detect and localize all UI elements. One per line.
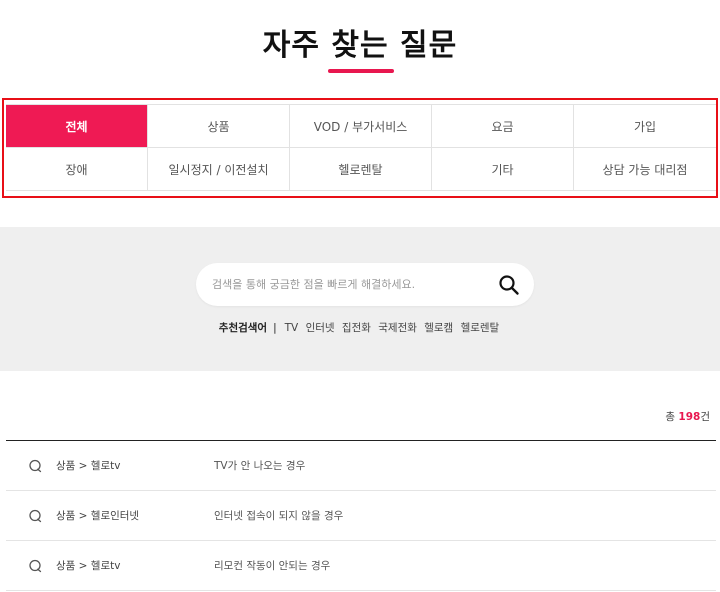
tab-all[interactable]: 전체 (6, 105, 148, 148)
total-prefix: 총 (665, 411, 676, 423)
faq-question[interactable]: 리모컨 작동이 안되는 경우 (214, 541, 330, 591)
faq-category: 상품 > 헬로tv (56, 460, 121, 472)
faq-row[interactable]: 상품 > 헬로tv TV가 안 나오는 경우 (6, 441, 716, 491)
question-bubble-icon (29, 459, 42, 473)
tab-billing[interactable]: 요금 (432, 105, 574, 148)
total-suffix: 건 (700, 411, 710, 423)
page-title: 자주 찾는 질문 (262, 28, 458, 63)
faq-list: 상품 > 헬로tv TV가 안 나오는 경우 상품 > 헬로인터넷 인터넷 접속… (6, 440, 716, 591)
recommend-keyword[interactable]: 헬로캠 (424, 322, 453, 334)
search-icon[interactable] (498, 274, 520, 296)
search-input[interactable] (212, 263, 482, 306)
recommend-label: 추천검색어 (218, 322, 268, 334)
search-section: 추천검색어 | TV 인터넷 집전화 국제전화 헬로캠 헬로렌탈 (0, 227, 720, 371)
faq-row[interactable]: 상품 > 헬로tv 리모컨 작동이 안되는 경우 (6, 541, 716, 591)
tab-vod-addon[interactable]: VOD / 부가서비스 (290, 105, 432, 148)
total-number: 198 (678, 411, 701, 423)
search-box (196, 263, 534, 306)
tab-hello-rental[interactable]: 헬로렌탈 (290, 148, 432, 191)
recommend-keyword[interactable]: 헬로렌탈 (461, 322, 500, 334)
recommend-keyword[interactable]: 집전화 (342, 322, 371, 334)
recommend-keyword[interactable]: 인터넷 (306, 322, 335, 334)
tab-etc[interactable]: 기타 (432, 148, 574, 191)
recommend-separator: | (273, 322, 277, 334)
faq-category: 상품 > 헬로tv (56, 560, 121, 572)
faq-question[interactable]: TV가 안 나오는 경우 (214, 441, 305, 491)
total-count: 총 198건 (665, 409, 710, 424)
tab-product[interactable]: 상품 (148, 105, 290, 148)
faq-question[interactable]: 인터넷 접속이 되지 않을 경우 (214, 491, 343, 541)
faq-category: 상품 > 헬로인터넷 (56, 510, 140, 522)
recommend-keyword[interactable]: TV (285, 322, 299, 334)
recommend-keywords: 추천검색어 | TV 인터넷 집전화 국제전화 헬로캠 헬로렌탈 (0, 320, 720, 335)
recommend-keyword[interactable]: 국제전화 (378, 322, 417, 334)
question-bubble-icon (29, 509, 42, 523)
tab-suspend-relocate[interactable]: 일시정지 / 이전설치 (148, 148, 290, 191)
title-underline (328, 69, 394, 73)
faq-row[interactable]: 상품 > 헬로인터넷 인터넷 접속이 되지 않을 경우 (6, 491, 716, 541)
category-tabs: 전체 상품 VOD / 부가서비스 요금 가입 장애 일시정지 / 이전설치 헬… (6, 104, 716, 191)
tab-signup[interactable]: 가입 (574, 105, 716, 148)
tab-outage[interactable]: 장애 (6, 148, 148, 191)
tab-agency[interactable]: 상담 가능 대리점 (574, 148, 716, 191)
question-bubble-icon (29, 559, 42, 573)
